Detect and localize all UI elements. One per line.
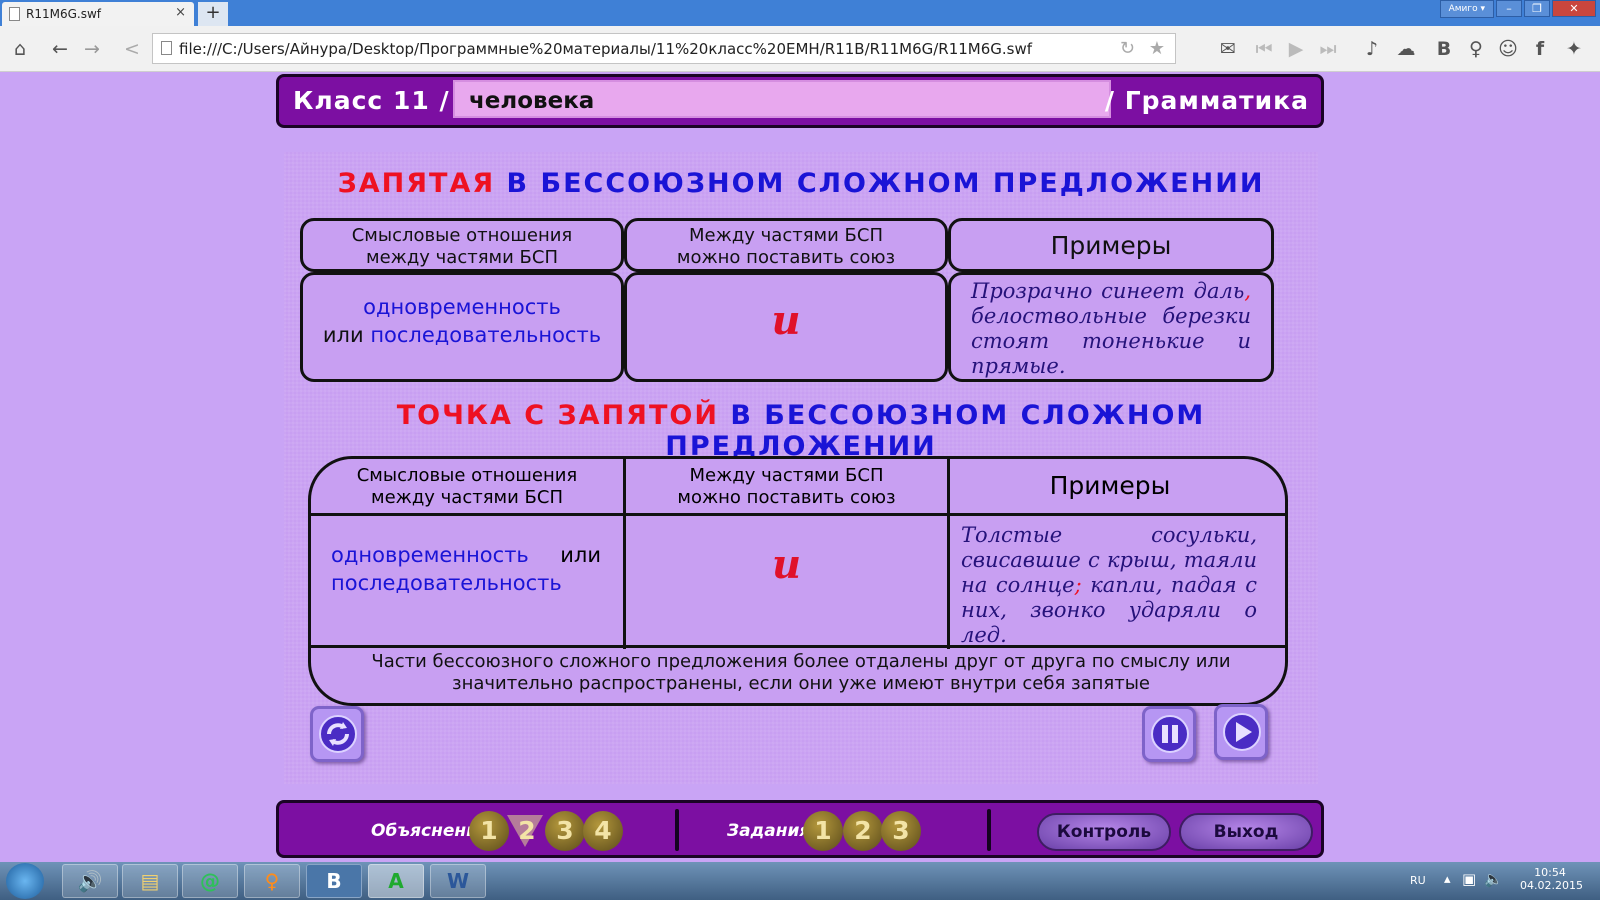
pause-button[interactable] — [1142, 706, 1196, 762]
nav-divider — [987, 809, 991, 851]
volume-icon[interactable]: 🔈 — [1484, 870, 1503, 888]
section2-heading: ТОЧКА С ЗАПЯТОЙ В БЕССОЮЗНОМ СЛОЖНОМ ПРЕ… — [396, 400, 1206, 462]
network-icon[interactable]: ▣ — [1462, 870, 1476, 888]
reload-icon[interactable]: ↻ — [1120, 38, 1135, 59]
task-page-2[interactable]: 2 — [843, 811, 883, 851]
explorer-app-icon[interactable]: ▤ — [122, 864, 178, 898]
section2-header-conjunction: Между частями БСП можно поставить союз — [677, 465, 896, 508]
lesson-nav-bar: Объяснение 1 2 3 4 Задания 1 2 3 Контрол… — [276, 800, 1324, 858]
address-bar[interactable]: file:///C:/Users/Айнура/Desktop/Программ… — [152, 33, 1176, 64]
word-app-icon[interactable]: W — [430, 864, 486, 898]
browser-toolbar: ⌂ ← → < file:///C:/Users/Айнура/Desktop/… — [0, 26, 1600, 72]
browser-tab-bar: R11M6G.swf × + Амиго ▾ – ❐ ✕ — [0, 0, 1600, 26]
section2-relations-cell: одновременность или последовательность — [331, 543, 601, 595]
mail-agent-app-icon[interactable]: @ — [182, 864, 238, 898]
speaker-app-icon[interactable]: 🔊 — [62, 864, 118, 898]
url-text: file:///C:/Users/Айнура/Desktop/Программ… — [179, 40, 1033, 58]
music-icon[interactable]: ♪ — [1360, 37, 1384, 61]
refresh-icon — [319, 715, 357, 753]
tasks-label: Задания — [727, 821, 811, 841]
forward-icon[interactable]: → — [80, 37, 104, 61]
window-controls: Амиго ▾ – ❐ ✕ — [1439, 0, 1596, 18]
task-page-1[interactable]: 1 — [803, 811, 843, 851]
section1-relations-cell: одновременность или последовательность — [300, 272, 624, 382]
task-page-3[interactable]: 3 — [881, 811, 921, 851]
minimize-button[interactable]: – — [1496, 0, 1522, 17]
section1-example-cell: Прозрачно синеет даль, белоствольные бер… — [948, 272, 1274, 382]
mail-icon[interactable]: ✉ — [1216, 37, 1240, 61]
section2-header-relations: Смысловые отношения между частями БСП — [356, 465, 578, 508]
green-a-app-icon[interactable]: A — [368, 864, 424, 898]
close-window-button[interactable]: ✕ — [1552, 0, 1596, 17]
section1-header-examples: Примеры — [948, 218, 1274, 272]
section2-table: Смысловые отношения между частями БСП Ме… — [308, 456, 1288, 706]
section1-heading: ЗАПЯТАЯ В БЕССОЮЗНОМ СЛОЖНОМ ПРЕДЛОЖЕНИИ — [337, 168, 1265, 199]
section1-header-relations: Смысловые отношения между частями БСП — [300, 218, 624, 272]
facebook-icon[interactable]: f — [1528, 37, 1552, 61]
play-button[interactable] — [1214, 704, 1268, 760]
odnoklassniki-icon[interactable]: ♀ — [1464, 37, 1488, 61]
page-icon — [161, 41, 172, 55]
section1-header-conjunction: Между частями БСП можно поставить союз — [624, 218, 948, 272]
class-label: Класс 11 / — [293, 86, 450, 115]
tray-expand-icon[interactable]: ▴ — [1444, 872, 1451, 887]
clock[interactable]: 10:54 04.02.2015 — [1520, 866, 1583, 892]
section1-conjunction-cell: и — [624, 272, 948, 382]
twitter-icon[interactable]: ✦ — [1562, 37, 1586, 61]
tab-close-button[interactable]: × — [175, 5, 186, 20]
section2-example-cell: Толстые сосульки, свисавшие с крыш, таял… — [961, 523, 1257, 647]
browser-brand-menu[interactable]: Амиго ▾ — [1439, 0, 1494, 18]
restart-button[interactable] — [310, 706, 364, 762]
explanation-page-1[interactable]: 1 — [469, 811, 509, 851]
odnoklassniki-app-icon[interactable]: ♀ — [244, 864, 300, 898]
fast-forward-icon[interactable]: ⏭ — [1316, 37, 1340, 61]
lesson-title-bar: Класс 11 / человека / Грамматика — [276, 74, 1324, 128]
share-icon[interactable]: < — [120, 37, 144, 61]
maximize-button[interactable]: ❐ — [1524, 0, 1550, 17]
rewind-icon[interactable]: ⏮ — [1252, 37, 1276, 61]
control-button[interactable]: Контроль — [1037, 813, 1171, 851]
play-icon — [1223, 713, 1261, 751]
explanation-page-2[interactable]: 2 — [507, 811, 547, 851]
language-indicator[interactable]: RU — [1410, 874, 1426, 887]
section2-note: Части бессоюзного сложного предложения б… — [371, 651, 1231, 694]
nav-divider — [675, 809, 679, 851]
tab-title: R11M6G.swf — [26, 7, 101, 21]
browser-tab[interactable]: R11M6G.swf × — [2, 2, 194, 26]
vkontakte-app-icon[interactable]: B — [306, 864, 362, 898]
play-icon[interactable]: ▶ — [1284, 37, 1308, 61]
new-tab-button[interactable]: + — [198, 2, 228, 26]
pause-icon — [1151, 715, 1189, 753]
windows-start-button[interactable] — [6, 863, 44, 899]
chat-icon[interactable]: ☁ — [1394, 37, 1418, 61]
lesson-content-panel: ЗАПЯТАЯ В БЕССОЮЗНОМ СЛОЖНОМ ПРЕДЛОЖЕНИИ… — [284, 152, 1318, 784]
section2-conjunction-cell: и — [771, 541, 802, 588]
vk-icon[interactable]: B — [1432, 37, 1456, 61]
section-label: / Грамматика — [1104, 86, 1309, 115]
explanation-page-4[interactable]: 4 — [583, 811, 623, 851]
document-icon — [9, 7, 20, 21]
windows-taskbar: 🔊 ▤ @ ♀ B A W RU ▴ ▣ 🔈 10:54 04.02.2015 — [0, 862, 1600, 900]
back-icon[interactable]: ← — [48, 37, 72, 61]
topic-title: человека — [453, 80, 1111, 118]
contacts-icon[interactable]: ☺ — [1496, 37, 1520, 61]
explanation-page-3[interactable]: 3 — [545, 811, 585, 851]
exit-button[interactable]: Выход — [1179, 813, 1313, 851]
home-icon[interactable]: ⌂ — [8, 37, 32, 61]
section2-header-examples: Примеры — [1049, 471, 1171, 500]
star-icon[interactable]: ★ — [1149, 38, 1165, 59]
